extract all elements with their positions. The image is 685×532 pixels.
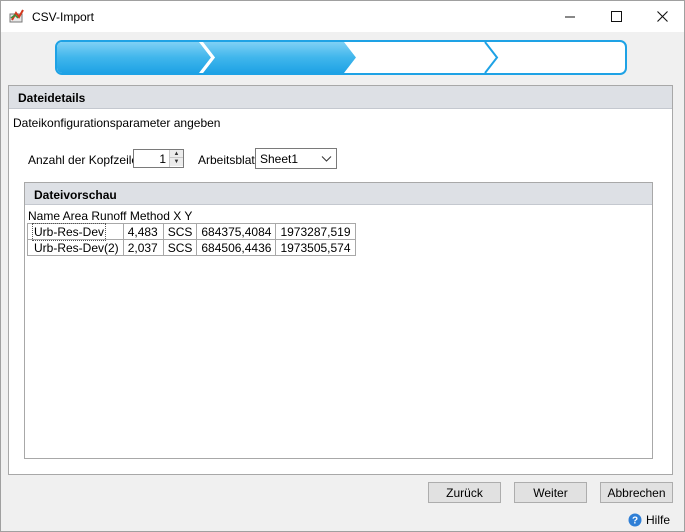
chevron-down-icon <box>321 156 332 162</box>
table-cell[interactable]: SCS <box>162 223 198 240</box>
table-cell[interactable]: Urb-Res-Dev(2) <box>27 239 124 256</box>
wizard-step-2 <box>203 42 356 73</box>
next-button[interactable]: Weiter <box>514 482 587 503</box>
window-title: CSV-Import <box>32 10 95 24</box>
table-cell[interactable]: SCS <box>162 239 198 256</box>
worksheet-select[interactable]: Sheet1 <box>255 148 337 169</box>
minimize-button[interactable] <box>547 1 593 32</box>
help-label[interactable]: Hilfe <box>646 513 670 527</box>
file-details-header: Dateidetails <box>9 86 672 109</box>
stepper-up-button[interactable]: ▲ <box>170 150 183 158</box>
file-preview-panel: Dateivorschau Name Area Runoff Method X … <box>24 182 653 459</box>
close-button[interactable] <box>639 1 685 32</box>
table-row[interactable]: Urb-Res-Dev 4,483 SCS 684375,4084 197328… <box>27 222 356 241</box>
help-link[interactable]: ? Hilfe <box>628 513 670 527</box>
help-icon: ? <box>628 513 642 527</box>
header-rows-value[interactable]: 1 <box>159 152 166 166</box>
file-details-panel: Dateidetails Dateikonfigurationsparamete… <box>8 85 673 475</box>
triangle-down-icon: ▼ <box>173 159 180 165</box>
table-cell[interactable]: 1973505,574 <box>275 239 356 256</box>
wizard-step-1 <box>57 42 211 73</box>
table-cell[interactable]: 684506,4436 <box>196 239 277 256</box>
title-bar: CSV-Import <box>1 1 684 32</box>
cancel-button[interactable]: Abbrechen <box>600 482 673 503</box>
svg-text:?: ? <box>632 516 638 527</box>
wizard-separator-3 <box>484 42 499 73</box>
header-rows-label: Anzahl der Kopfzeilen <box>28 153 145 167</box>
table-cell[interactable]: Urb-Res-Dev <box>27 222 124 241</box>
minimize-icon <box>564 16 575 18</box>
table-cell[interactable]: 1973287,519 <box>275 223 356 240</box>
csv-import-window: CSV-Import Dateidetails Dateikonfigurati… <box>0 0 685 532</box>
file-preview-header: Dateivorschau <box>25 183 652 205</box>
maximize-button[interactable] <box>593 1 639 32</box>
stepper-buttons: ▲ ▼ <box>169 150 183 167</box>
stepper-down-button[interactable]: ▼ <box>170 158 183 166</box>
table-cell[interactable]: 684375,4084 <box>196 223 277 240</box>
table-cell[interactable]: 4,483 <box>122 223 164 240</box>
preview-columns-line: Name Area Runoff Method X Y <box>28 209 193 223</box>
maximize-icon <box>610 11 622 22</box>
triangle-up-icon: ▲ <box>173 150 180 157</box>
preview-table: Urb-Res-Dev 4,483 SCS 684375,4084 197328… <box>27 222 356 256</box>
header-rows-stepper[interactable]: 1 ▲ ▼ <box>133 149 184 168</box>
wizard-progress <box>55 40 627 75</box>
file-details-description: Dateikonfigurationsparameter angeben <box>13 116 221 130</box>
table-row[interactable]: Urb-Res-Dev(2) 2,037 SCS 684506,4436 197… <box>27 239 356 256</box>
wizard-steps-graphic <box>57 42 499 73</box>
worksheet-label: Arbeitsblatt <box>198 153 259 167</box>
back-button[interactable]: Zurück <box>428 482 501 503</box>
table-cell[interactable]: 2,037 <box>122 239 164 256</box>
close-icon <box>656 11 668 22</box>
csv-import-app-icon <box>9 9 24 23</box>
worksheet-selected-value: Sheet1 <box>260 152 299 166</box>
